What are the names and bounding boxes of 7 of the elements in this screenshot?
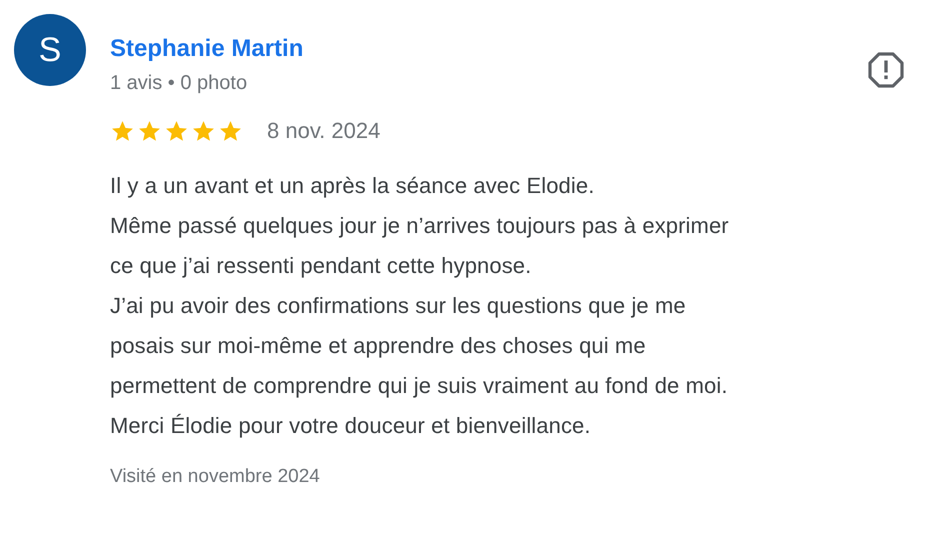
review-date: 8 nov. 2024 — [267, 118, 380, 144]
author-stats: 1 avis • 0 photo — [110, 71, 248, 96]
review-text: Il y a un avant et un après la séance avec Elodie. Même passé quelques jour je n’arrives toujours pas à exprimer ce que j’ai ressenti pendant cette hypnose. J’ai pu avoir des confirmations sur les questions que je me posais sur moi-même et apprendre des choses qui me permettent de comprendre qui je suis vraiment au fond de moi. Merci Élodie pour votre douceur et bienveillance. — [110, 172, 730, 440]
report-icon[interactable] — [868, 52, 904, 88]
visit-date: Visité en novembre 2024 — [110, 466, 321, 488]
author-name[interactable]: Stephanie Martin — [110, 34, 304, 64]
avatar[interactable]: S — [14, 14, 86, 86]
